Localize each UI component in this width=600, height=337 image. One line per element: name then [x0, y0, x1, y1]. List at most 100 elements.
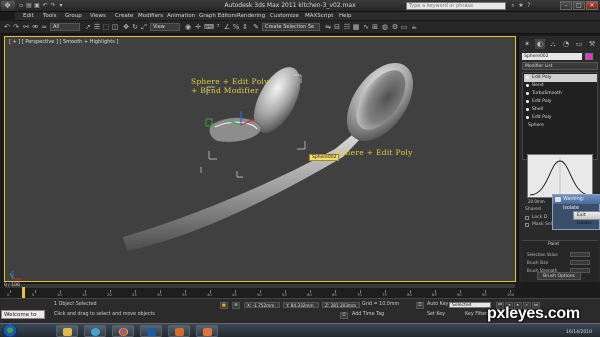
keyboard-shortcut-icon[interactable]: ⌨	[204, 23, 214, 31]
current-frame-marker[interactable]	[22, 287, 25, 298]
y-coordinate-field[interactable]: Y: 84.332mm	[283, 302, 319, 308]
taskbar-photoshop[interactable]	[140, 325, 162, 337]
create-tab-icon[interactable]: ✶	[522, 39, 532, 49]
snaps-toggle-icon[interactable]: ³	[214, 23, 222, 31]
new-file-icon[interactable]: ▫	[18, 2, 24, 9]
time-slider-label[interactable]: 0 / 100	[4, 283, 20, 288]
tray-clock[interactable]: 16/14/2010	[566, 330, 592, 335]
mask-checkbox[interactable]	[525, 223, 529, 227]
taskbar-chrome[interactable]	[112, 325, 134, 337]
stack-item[interactable]: TurboSmooth	[524, 90, 597, 98]
start-button[interactable]	[2, 324, 18, 337]
object-name-field[interactable]: Sphere002	[522, 53, 582, 60]
search-icon[interactable]: ⌕	[510, 2, 516, 9]
unlink-icon[interactable]: ⚮	[31, 23, 39, 31]
bind-spacewarp-icon[interactable]: ≈	[40, 23, 48, 31]
lock-selection-icon[interactable]: 🔒	[220, 302, 228, 309]
taskbar-app[interactable]	[196, 325, 218, 337]
stack-item[interactable]: Shell	[524, 106, 597, 114]
stack-item[interactable]: Sphere	[524, 122, 597, 130]
z-coordinate-field[interactable]: Z: 281.303mm	[322, 302, 360, 308]
lock-checkbox[interactable]	[525, 216, 529, 220]
select-scale-icon[interactable]: ⤢	[140, 23, 148, 31]
menu-maxscript[interactable]: MAXScript	[305, 12, 333, 21]
menu-rendering[interactable]: Rendering	[237, 12, 265, 21]
app-menu-button[interactable]: ❖	[1, 1, 15, 11]
menu-views[interactable]: Views	[90, 12, 106, 21]
undo-icon[interactable]: ↶	[42, 2, 48, 9]
subscription-icon[interactable]: ★	[518, 2, 524, 9]
stack-item[interactable]: Bend	[524, 82, 597, 90]
select-manipulate-icon[interactable]: ✛	[194, 23, 202, 31]
mirror-icon[interactable]: ⇋	[324, 23, 332, 31]
set-key-button[interactable]: Set Key	[427, 312, 445, 317]
save-file-icon[interactable]: ▣	[34, 2, 40, 9]
key-mode-icon[interactable]: ⚿	[416, 302, 424, 309]
selection-filter-dropdown[interactable]: All	[50, 23, 80, 31]
brush-options-button[interactable]: Brush Options	[537, 272, 581, 280]
light-bulb-icon[interactable]	[526, 84, 529, 87]
time-tag-icon[interactable]: ⏱	[340, 312, 348, 319]
stack-item[interactable]: Edit Poly	[524, 98, 597, 106]
close-button[interactable]: ✕	[586, 1, 598, 10]
angle-snap-icon[interactable]: ∠	[223, 23, 231, 31]
schematic-view-icon[interactable]: ⊞	[371, 23, 379, 31]
material-editor-icon[interactable]: ◍	[381, 23, 389, 31]
open-file-icon[interactable]: ▤	[26, 2, 32, 9]
percent-snap-icon[interactable]: %	[232, 23, 240, 31]
light-bulb-icon[interactable]	[526, 116, 529, 119]
help-icon[interactable]: ?	[526, 2, 532, 9]
search-input[interactable]: Type a keyword or phrase	[406, 2, 506, 10]
edit-poly-sub-object[interactable]	[209, 117, 262, 143]
menu-edit[interactable]: Edit	[23, 12, 34, 21]
menu-tools[interactable]: Tools	[43, 12, 57, 21]
select-rotate-icon[interactable]: ↻	[131, 23, 139, 31]
light-bulb-icon[interactable]	[526, 92, 529, 95]
menu-graph-editors[interactable]: Graph Editors	[199, 12, 237, 21]
menu-group[interactable]: Group	[65, 12, 82, 21]
light-bulb-icon[interactable]	[526, 108, 529, 111]
spoon-handle[interactable]	[123, 131, 362, 251]
absolute-mode-icon[interactable]: ⊕	[232, 302, 240, 309]
menu-create[interactable]: Create	[115, 12, 133, 21]
undo-icon[interactable]: ↶	[3, 23, 11, 31]
layer-manager-icon[interactable]: ☷	[343, 23, 351, 31]
taskbar-media-player[interactable]	[84, 325, 106, 337]
curve-editor-icon[interactable]: ∿	[362, 23, 370, 31]
link-icon[interactable]: ⚯	[22, 23, 30, 31]
motion-tab-icon[interactable]: ◔	[561, 39, 571, 49]
menu-modifiers[interactable]: Modifiers	[138, 12, 163, 21]
perspective-viewport[interactable]: [ + ] [ Perspective ] [ Smooth + Highlig…	[4, 36, 516, 282]
spinner-snap-icon[interactable]: ⇕	[241, 23, 249, 31]
edit-named-selection-icon[interactable]: ✎	[252, 23, 260, 31]
select-by-name-icon[interactable]: ☰	[93, 23, 101, 31]
add-time-tag-button[interactable]: Add Time Tag	[352, 312, 384, 317]
align-icon[interactable]: ⊟	[333, 23, 341, 31]
render-production-icon[interactable]: ☕	[410, 23, 418, 31]
select-move-icon[interactable]: ✥	[122, 23, 130, 31]
hierarchy-tab-icon[interactable]: ⛬	[548, 39, 558, 49]
light-bulb-icon[interactable]	[526, 100, 529, 103]
render-setup-icon[interactable]: ⚙	[391, 23, 399, 31]
project-icon[interactable]: ▾	[58, 2, 64, 9]
selection-value-spinner[interactable]	[570, 252, 590, 257]
modify-tab-icon[interactable]: ◐	[535, 39, 545, 49]
stack-item[interactable]: Edit Poly	[524, 74, 597, 82]
modifier-list-dropdown[interactable]: Modifier List	[522, 62, 598, 70]
redo-icon[interactable]: ↷	[12, 23, 20, 31]
window-crossing-icon[interactable]: ◫	[111, 23, 119, 31]
brush-size-spinner[interactable]	[570, 260, 590, 265]
rollout-title[interactable]: Paint	[548, 242, 559, 247]
menu-customize[interactable]: Customize	[270, 12, 299, 21]
menu-animation[interactable]: Animation	[167, 12, 195, 21]
rendered-frame-window-icon[interactable]: ▭	[400, 23, 408, 31]
maxscript-listener-field[interactable]: Welcome to M.	[1, 310, 45, 327]
select-object-icon[interactable]: ➚	[84, 23, 92, 31]
light-bulb-icon[interactable]	[526, 76, 529, 79]
object-color-swatch[interactable]	[585, 53, 593, 60]
track-bar[interactable]: 0 5 10 15 20 25 30 35 40 45 50 55 60 65 70 75 80 85 90 95 10…	[4, 289, 516, 298]
key-selection-dropdown[interactable]: Selected	[449, 302, 491, 308]
utilities-tab-icon[interactable]: ⚒	[587, 39, 597, 49]
reference-coordinate-dropdown[interactable]: View	[150, 23, 180, 31]
stack-item[interactable]: Edit Poly	[524, 114, 597, 122]
